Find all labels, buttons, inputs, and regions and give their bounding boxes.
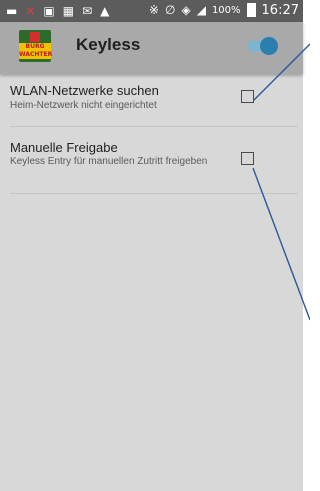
manual-release-checkbox[interactable] <box>241 152 254 165</box>
image-icon: ▦ <box>62 4 75 18</box>
system-icons: ※ ∅ ◈ ◢ 100% 16:27 <box>149 2 299 18</box>
signal-icon: ◢ <box>196 3 206 17</box>
setting-title: Manuelle Freigabe <box>10 140 118 155</box>
battery-percentage: 100% <box>211 4 241 16</box>
setting-summary: Heim-Netzwerk nicht eingerichtet <box>10 100 157 111</box>
keyless-toggle-switch[interactable] <box>248 37 278 55</box>
setting-summary: Keyless Entry für manuellen Zutritt frei… <box>10 156 208 167</box>
mail-icon: ✉ <box>82 4 93 18</box>
burg-waechter-logo: BURG WACHTER <box>19 30 53 62</box>
missed-call-icon: ✕ <box>25 4 36 18</box>
toggle-knob[interactable] <box>260 37 278 55</box>
bluetooth-icon: ※ <box>148 3 160 17</box>
mute-icon: ∅ <box>165 3 176 17</box>
logo-band: BURG WACHTER <box>19 43 53 59</box>
wlan-search-checkbox[interactable] <box>241 90 254 103</box>
clock: 16:27 <box>261 2 299 18</box>
app-bar: BURG WACHTER Keyless <box>0 22 303 74</box>
notification-icons: ▬ ✕ ▣ ▦ ✉ ▲ <box>6 3 109 19</box>
setting-title: WLAN-Netzwerke suchen <box>10 83 159 98</box>
status-bar: ▬ ✕ ▣ ▦ ✉ ▲ ※ ∅ ◈ ◢ 100% 16:27 <box>0 0 303 22</box>
logo-emblem <box>30 32 40 42</box>
chat-icon: ▬ <box>6 4 18 18</box>
setting-manual-release[interactable]: Manuelle Freigabe Keyless Entry für manu… <box>10 127 298 194</box>
logo-text-top: BURG <box>25 43 45 50</box>
logo-text-bottom: WACHTER <box>19 51 53 58</box>
phone-screen: ▬ ✕ ▣ ▦ ✉ ▲ ※ ∅ ◈ ◢ 100% 16:27 BURG WACH… <box>0 0 303 491</box>
calendar-icon: ▣ <box>43 4 55 18</box>
battery-icon <box>246 3 256 17</box>
warning-icon: ▲ <box>100 4 110 18</box>
wifi-icon: ◈ <box>181 3 191 17</box>
setting-wlan-search[interactable]: WLAN-Netzwerke suchen Heim-Netzwerk nich… <box>10 76 298 127</box>
page-title: Keyless <box>76 35 141 54</box>
